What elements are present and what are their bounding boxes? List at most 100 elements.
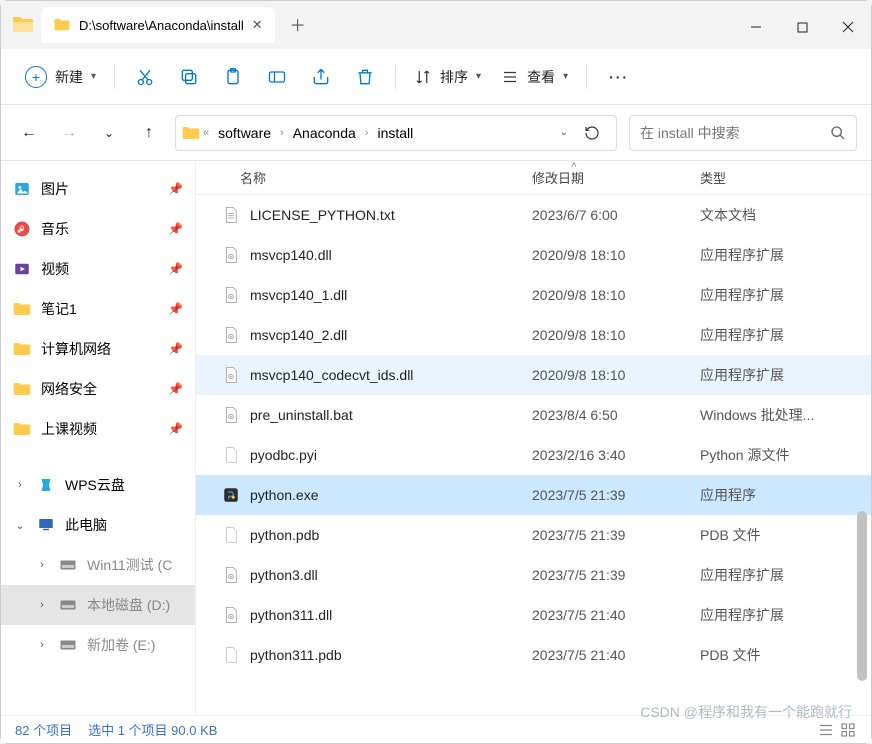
- file-type: 文本文档: [700, 205, 871, 225]
- chevron-right-icon[interactable]: ›: [35, 639, 49, 651]
- file-type: Python 源文件: [700, 445, 871, 465]
- sidebar-item-label: 视频: [41, 259, 69, 279]
- delete-button[interactable]: [343, 57, 387, 97]
- cloud-icon: [37, 476, 55, 494]
- file-row[interactable]: LICENSE_PYTHON.txt 2023/6/7 6:00 文本文档: [196, 195, 871, 235]
- back-button[interactable]: ←: [15, 115, 43, 151]
- more-button[interactable]: ···: [595, 57, 643, 97]
- close-window-button[interactable]: [825, 7, 871, 47]
- minimize-button[interactable]: [733, 7, 779, 47]
- sidebar-quick-item[interactable]: 视频 📌: [1, 249, 195, 289]
- maximize-button[interactable]: [779, 7, 825, 47]
- file-row[interactable]: msvcp140_2.dll 2020/9/8 18:10 应用程序扩展: [196, 315, 871, 355]
- share-button[interactable]: [299, 57, 343, 97]
- up-button[interactable]: ↑: [135, 115, 163, 151]
- sidebar-quick-item[interactable]: 笔记1 📌: [1, 289, 195, 329]
- search-box[interactable]: [629, 115, 857, 151]
- dll-file-icon: [222, 366, 240, 384]
- search-icon[interactable]: [830, 125, 846, 141]
- file-row[interactable]: pre_uninstall.bat 2023/8/4 6:50 Windows …: [196, 395, 871, 435]
- file-name: pre_uninstall.bat: [250, 407, 353, 423]
- file-type: 应用程序扩展: [700, 365, 871, 385]
- copy-button[interactable]: [167, 57, 211, 97]
- breadcrumb-seg[interactable]: software: [212, 123, 277, 143]
- txt-file-icon: [222, 206, 240, 224]
- scrollbar-vertical[interactable]: [855, 201, 869, 711]
- file-row[interactable]: python.pdb 2023/7/5 21:39 PDB 文件: [196, 515, 871, 555]
- new-button-label: 新建: [55, 67, 83, 87]
- chevron-down-icon[interactable]: ⌄: [13, 519, 27, 532]
- rename-button[interactable]: [255, 57, 299, 97]
- drive-icon: [59, 636, 77, 654]
- dll-file-icon: [222, 326, 240, 344]
- drive-icon: [59, 596, 77, 614]
- sidebar-wps[interactable]: › WPS云盘: [1, 465, 195, 505]
- file-date: 2020/9/8 18:10: [532, 327, 700, 343]
- refresh-button[interactable]: [574, 125, 610, 141]
- chevron-down-icon: ▾: [563, 71, 568, 82]
- new-tab-button[interactable]: ＋: [281, 7, 315, 41]
- drive-icon: [59, 556, 77, 574]
- file-date: 2020/9/8 18:10: [532, 247, 700, 263]
- recent-locations-button[interactable]: ⌄: [95, 115, 123, 151]
- sidebar-quick-item[interactable]: 图片 📌: [1, 169, 195, 209]
- file-row[interactable]: python.exe 2023/7/5 21:39 应用程序: [196, 475, 871, 515]
- view-button[interactable]: 查看 ▾: [491, 57, 578, 97]
- col-date-header[interactable]: 修改日期: [532, 168, 700, 187]
- file-row[interactable]: python311.dll 2023/7/5 21:40 应用程序扩展: [196, 595, 871, 635]
- file-row[interactable]: msvcp140_1.dll 2020/9/8 18:10 应用程序扩展: [196, 275, 871, 315]
- paste-button[interactable]: [211, 57, 255, 97]
- pin-icon: 📌: [168, 422, 183, 436]
- folder-icon: [182, 126, 200, 140]
- sidebar-quick-item[interactable]: 上课视频 📌: [1, 409, 195, 449]
- sidebar-quick-item[interactable]: 网络安全 📌: [1, 369, 195, 409]
- sidebar-drive-item[interactable]: › Win11测试 (C: [1, 545, 195, 585]
- plus-circle-icon: +: [25, 66, 47, 88]
- pc-icon: [37, 516, 55, 534]
- window-tab[interactable]: D:\software\Anaconda\install ✕: [41, 7, 275, 43]
- file-row[interactable]: msvcp140.dll 2020/9/8 18:10 应用程序扩展: [196, 235, 871, 275]
- sidebar-drive-item[interactable]: › 本地磁盘 (D:): [1, 585, 195, 625]
- sidebar-drive-item[interactable]: › 新加卷 (E:): [1, 625, 195, 665]
- thumbnails-view-button[interactable]: [839, 721, 857, 739]
- sidebar-thispc[interactable]: ⌄ 此电脑: [1, 505, 195, 545]
- explorer-app-icon: [11, 13, 35, 37]
- close-tab-icon[interactable]: ✕: [252, 17, 263, 33]
- dll-file-icon: [222, 286, 240, 304]
- sidebar-item-label: 计算机网络: [41, 339, 111, 359]
- pin-icon: 📌: [168, 182, 183, 196]
- cut-button[interactable]: [123, 57, 167, 97]
- breadcrumb[interactable]: « software › Anaconda › install ⌄: [175, 115, 617, 151]
- chevron-down-icon[interactable]: ⌄: [560, 127, 568, 138]
- details-view-button[interactable]: [817, 721, 835, 739]
- chevron-right-icon[interactable]: ›: [13, 479, 27, 491]
- col-name-header[interactable]: 名称˄: [222, 168, 532, 187]
- chevron-down-icon: ▾: [91, 71, 96, 82]
- file-date: 2023/7/5 21:39: [532, 527, 700, 543]
- chevron-right-icon[interactable]: ›: [35, 559, 49, 571]
- breadcrumb-overflow[interactable]: «: [202, 127, 210, 139]
- file-name: pyodbc.pyi: [250, 447, 317, 463]
- sidebar-quick-item[interactable]: 音乐 📌: [1, 209, 195, 249]
- forward-button[interactable]: →: [55, 115, 83, 151]
- search-input[interactable]: [640, 125, 822, 141]
- pin-icon: 📌: [168, 302, 183, 316]
- sidebar-item-label: 此电脑: [65, 515, 107, 535]
- sidebar-quick-item[interactable]: 计算机网络 📌: [1, 329, 195, 369]
- file-name: python.pdb: [250, 527, 319, 543]
- file-row[interactable]: python3.dll 2023/7/5 21:39 应用程序扩展: [196, 555, 871, 595]
- file-rows[interactable]: LICENSE_PYTHON.txt 2023/6/7 6:00 文本文档 ms…: [196, 195, 871, 715]
- file-row[interactable]: msvcp140_codecvt_ids.dll 2020/9/8 18:10 …: [196, 355, 871, 395]
- chevron-right-icon[interactable]: ›: [35, 599, 49, 611]
- breadcrumb-seg[interactable]: install: [371, 123, 419, 143]
- breadcrumb-seg[interactable]: Anaconda: [287, 123, 362, 143]
- scrollbar-thumb[interactable]: [857, 511, 867, 681]
- status-item-count: 82 个项目: [15, 720, 72, 739]
- sidebar-item-label: 笔记1: [41, 299, 77, 319]
- folder-icon: [13, 300, 31, 318]
- sort-button[interactable]: 排序 ▾: [404, 57, 491, 97]
- new-button[interactable]: + 新建 ▾: [15, 57, 106, 97]
- file-row[interactable]: python311.pdb 2023/7/5 21:40 PDB 文件: [196, 635, 871, 675]
- file-row[interactable]: pyodbc.pyi 2023/2/16 3:40 Python 源文件: [196, 435, 871, 475]
- col-type-header[interactable]: 类型: [700, 168, 871, 187]
